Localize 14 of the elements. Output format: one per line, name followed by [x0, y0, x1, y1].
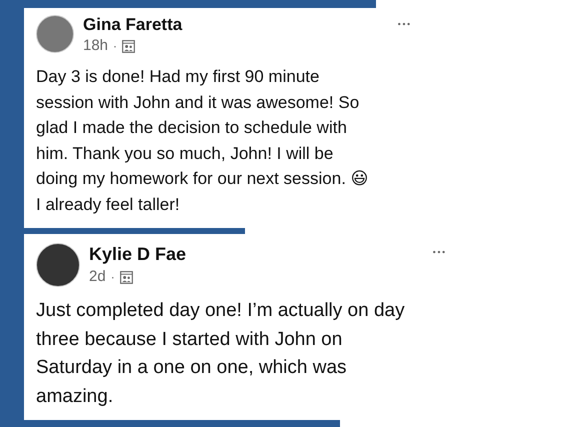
author-name: Gina Faretta [83, 14, 184, 36]
post-time: 2d [89, 267, 106, 287]
post-time: 18h [83, 36, 108, 56]
post-text: Day 3 is done! Had my first 90 minute session with John and it was awesome! So glad I made the decision to schedule with him. Thank you so much, John! I will be doing my homework for our next session. 😃 I already feel taller! [36, 66, 370, 216]
separator-dot: · [113, 38, 118, 55]
friends-icon [120, 270, 133, 284]
more-options-button[interactable]: ••• [396, 20, 411, 29]
more-options-button[interactable]: ••• [432, 248, 446, 257]
post-text: Just completed day one! I’m actually on day three because I started with John on Saturday in a one on one, which was amazing. [36, 299, 406, 408]
friends-icon [122, 40, 136, 52]
avatar-photo [36, 243, 80, 287]
separator-dot: · [110, 269, 115, 286]
author-name: Kylie D Fae [89, 243, 188, 266]
avatar-photo [36, 15, 74, 53]
